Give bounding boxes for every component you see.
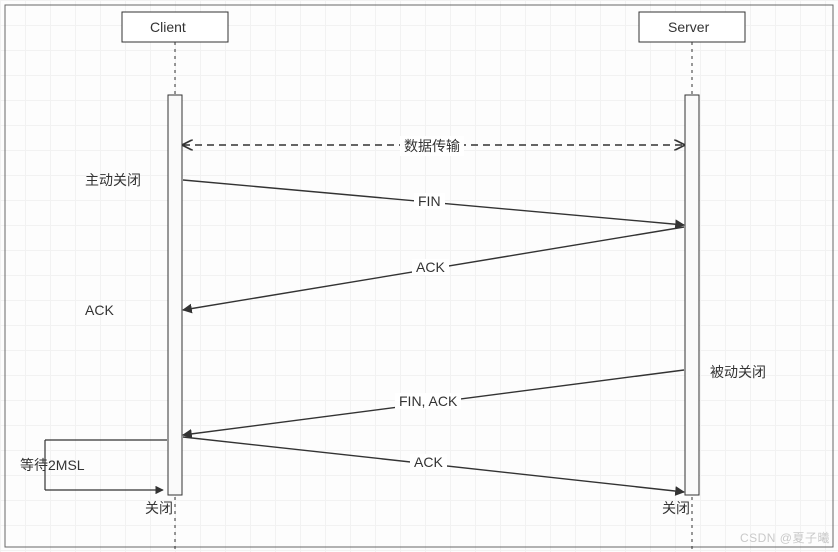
label-data-transfer: 数据传输 (400, 136, 464, 156)
participant-server-label: Server (668, 19, 709, 35)
label-close-server: 关闭 (662, 498, 690, 518)
label-passive-close: 被动关闭 (710, 362, 766, 382)
label-ack-left: ACK (85, 302, 114, 318)
label-msg-fin: FIN (414, 193, 445, 209)
label-active-close: 主动关闭 (85, 170, 141, 190)
label-close-client: 关闭 (145, 498, 173, 518)
label-msg-ack1: ACK (412, 259, 449, 275)
label-msg-fin-ack: FIN, ACK (395, 393, 461, 409)
label-msg-ack2: ACK (410, 454, 447, 470)
watermark: CSDN @夏子曦 (740, 529, 830, 546)
participant-client-label: Client (150, 19, 186, 35)
label-wait-2msl: 等待2MSL (20, 455, 85, 475)
